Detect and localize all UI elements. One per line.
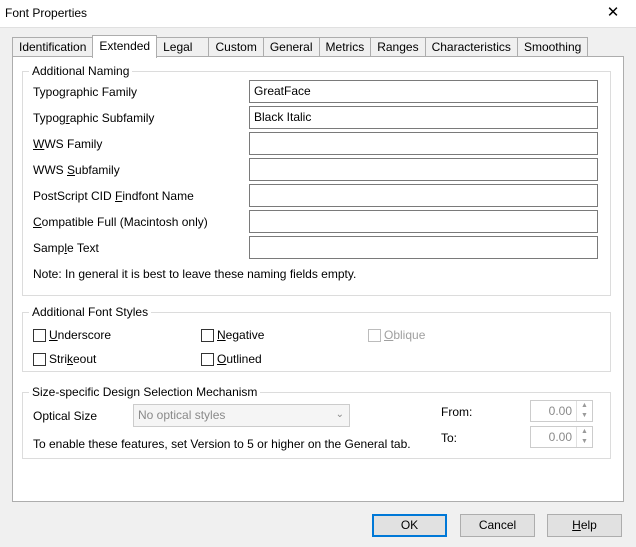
to-value: 0.00: [548, 430, 572, 444]
outlined-label: Outlined: [217, 352, 262, 366]
additional-font-styles-legend: Additional Font Styles: [29, 305, 152, 319]
help-button[interactable]: Help: [547, 514, 622, 537]
size-specific-legend: Size-specific Design Selection Mechanism: [29, 385, 261, 399]
tab-extended[interactable]: Extended: [92, 35, 158, 58]
from-label: From:: [441, 405, 473, 419]
underscore-label: Underscore: [49, 328, 112, 342]
negative-checkbox-box[interactable]: [201, 328, 214, 342]
spin-up-icon: ▲: [581, 428, 588, 435]
tab-panel-extended: Additional Naming Typographic Family Gre…: [12, 56, 624, 502]
sample-text-label: Sample Text: [33, 241, 99, 255]
outlined-checkbox-box[interactable]: [201, 352, 214, 366]
additional-naming-legend: Additional Naming: [29, 64, 133, 78]
title-bar: Font Properties ✕: [0, 0, 636, 28]
compatible-full-label: Compatible Full (Macintosh only): [33, 215, 208, 229]
wws-subfamily-input[interactable]: [249, 158, 598, 181]
tab-identification[interactable]: Identification: [12, 37, 94, 57]
wws-subfamily-label: WWS Subfamily: [33, 163, 120, 177]
to-label: To:: [441, 431, 458, 445]
wws-family-input[interactable]: [249, 132, 598, 155]
underscore-checkbox-box[interactable]: [33, 328, 46, 342]
strikeout-checkbox-box[interactable]: [33, 352, 46, 366]
spin-up-icon: ▲: [581, 402, 588, 409]
spin-down-icon: ▼: [581, 412, 588, 419]
compatible-full-input[interactable]: [249, 210, 598, 233]
from-spinner: 0.00 ▲ ▼: [530, 400, 593, 422]
cancel-button[interactable]: Cancel: [460, 514, 535, 537]
chevron-down-icon: ⌄: [335, 409, 344, 420]
sample-text-input[interactable]: [249, 236, 598, 259]
tab-strip: Identification Extended Legal Custom Gen…: [12, 35, 589, 58]
typographic-family-label: Typographic Family: [33, 85, 138, 99]
ok-button[interactable]: OK: [372, 514, 447, 537]
oblique-checkbox: Oblique: [368, 327, 425, 343]
window-title: Font Properties: [5, 6, 88, 20]
typographic-subfamily-label: Typographic Subfamily: [33, 111, 155, 125]
postscript-cid-findfont-input[interactable]: [249, 184, 598, 207]
typographic-family-input[interactable]: GreatFace: [249, 80, 598, 103]
negative-label: Negative: [217, 328, 265, 342]
tab-characteristics[interactable]: Characteristics: [424, 37, 518, 57]
strikeout-checkbox[interactable]: Strikeout: [33, 351, 96, 367]
optical-size-value: No optical styles: [138, 408, 226, 422]
close-icon: ✕: [606, 4, 620, 21]
oblique-label: Oblique: [384, 328, 426, 342]
tab-ranges[interactable]: Ranges: [370, 37, 426, 57]
naming-note: Note: In general it is best to leave the…: [33, 267, 357, 281]
outlined-checkbox[interactable]: Outlined: [201, 351, 262, 367]
tab-legal[interactable]: Legal: [156, 37, 210, 57]
to-spinner: 0.00 ▲ ▼: [530, 426, 593, 448]
postscript-cid-findfont-label: PostScript CID Findfont Name: [33, 189, 194, 203]
tab-metrics[interactable]: Metrics: [318, 37, 372, 57]
wws-family-label: WWS Family: [33, 137, 103, 151]
typographic-subfamily-input[interactable]: Black Italic: [249, 106, 598, 129]
oblique-checkbox-box: [368, 328, 381, 342]
tab-custom[interactable]: Custom: [208, 37, 264, 57]
from-value: 0.00: [548, 404, 572, 418]
size-hint-text: To enable these features, set Version to…: [33, 437, 411, 451]
close-button[interactable]: ✕: [590, 0, 636, 28]
spin-down-icon: ▼: [581, 438, 588, 445]
optical-size-label: Optical Size: [33, 409, 98, 423]
negative-checkbox[interactable]: Negative: [201, 327, 264, 343]
optical-size-select: No optical styles ⌄: [133, 404, 350, 427]
strikeout-label: Strikeout: [49, 352, 97, 366]
tab-smoothing[interactable]: Smoothing: [516, 37, 589, 57]
to-spin-buttons: ▲ ▼: [576, 427, 592, 447]
from-spin-buttons: ▲ ▼: [576, 401, 592, 421]
tab-general[interactable]: General: [262, 37, 320, 57]
underscore-checkbox[interactable]: Underscore: [33, 327, 111, 343]
